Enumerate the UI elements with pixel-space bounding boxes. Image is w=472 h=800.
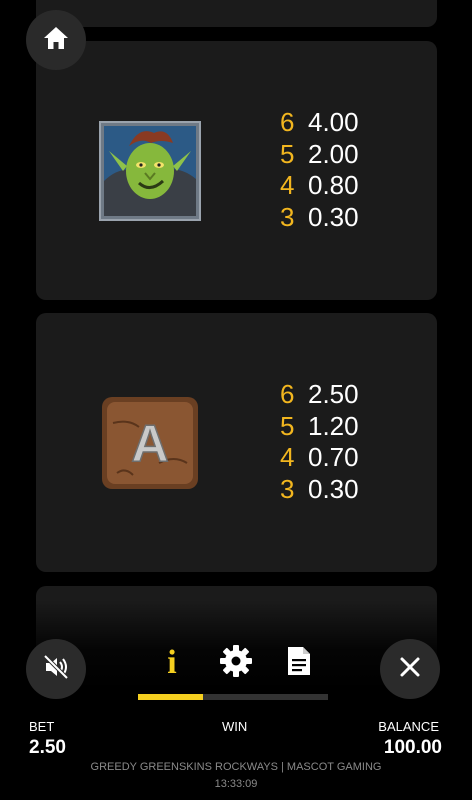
close-icon (399, 656, 421, 683)
paytable-card-a: A 6 2.50 5 1.20 4 0.70 3 0.30 (36, 313, 437, 572)
bet-value: 2.50 (29, 737, 66, 758)
paytable-icon (286, 645, 312, 682)
a-pays: 6 2.50 5 1.20 4 0.70 3 0.30 (280, 379, 359, 505)
tab-progress-track (138, 694, 328, 700)
goblin-symbol (99, 121, 201, 221)
balance-value: 100.00 (383, 737, 442, 758)
clock-time: 13:33:09 (214, 778, 258, 790)
info-icon: i (167, 644, 177, 681)
pay-row: 5 1.20 (280, 410, 359, 441)
paytable-card-goblin: 6 4.00 5 2.00 4 0.80 3 0.30 (36, 41, 437, 300)
home-icon (42, 25, 70, 56)
goblin-pays: 6 4.00 5 2.00 4 0.80 3 0.30 (280, 107, 359, 233)
close-button[interactable] (380, 639, 440, 699)
settings-icon (219, 644, 253, 683)
win-label: WIN (222, 719, 248, 734)
pay-row: 5 2.00 (280, 138, 359, 169)
game-title: GREEDY GREENSKINS ROCKWAYS | MASCOT GAMI… (90, 761, 382, 773)
paytable-card-partial (36, 0, 437, 27)
pay-row: 3 0.30 (280, 473, 359, 504)
pay-row: 6 2.50 (280, 379, 359, 409)
a-symbol-letter: A (131, 415, 169, 473)
balance-label: BALANCE (378, 719, 439, 734)
tab-progress-fill (138, 694, 203, 700)
pay-row: 4 0.70 (280, 442, 359, 472)
a-symbol: A (99, 393, 201, 493)
tab-paytable[interactable] (279, 643, 319, 683)
pay-row: 3 0.30 (280, 201, 359, 232)
pay-row: 6 4.00 (280, 107, 359, 137)
home-button[interactable] (26, 10, 86, 70)
pay-row: 4 0.80 (280, 170, 359, 200)
tab-info[interactable]: i (152, 643, 192, 683)
mute-button[interactable] (26, 639, 86, 699)
tab-settings[interactable] (216, 643, 256, 683)
mute-icon (41, 652, 71, 687)
bet-label: BET (29, 719, 55, 734)
